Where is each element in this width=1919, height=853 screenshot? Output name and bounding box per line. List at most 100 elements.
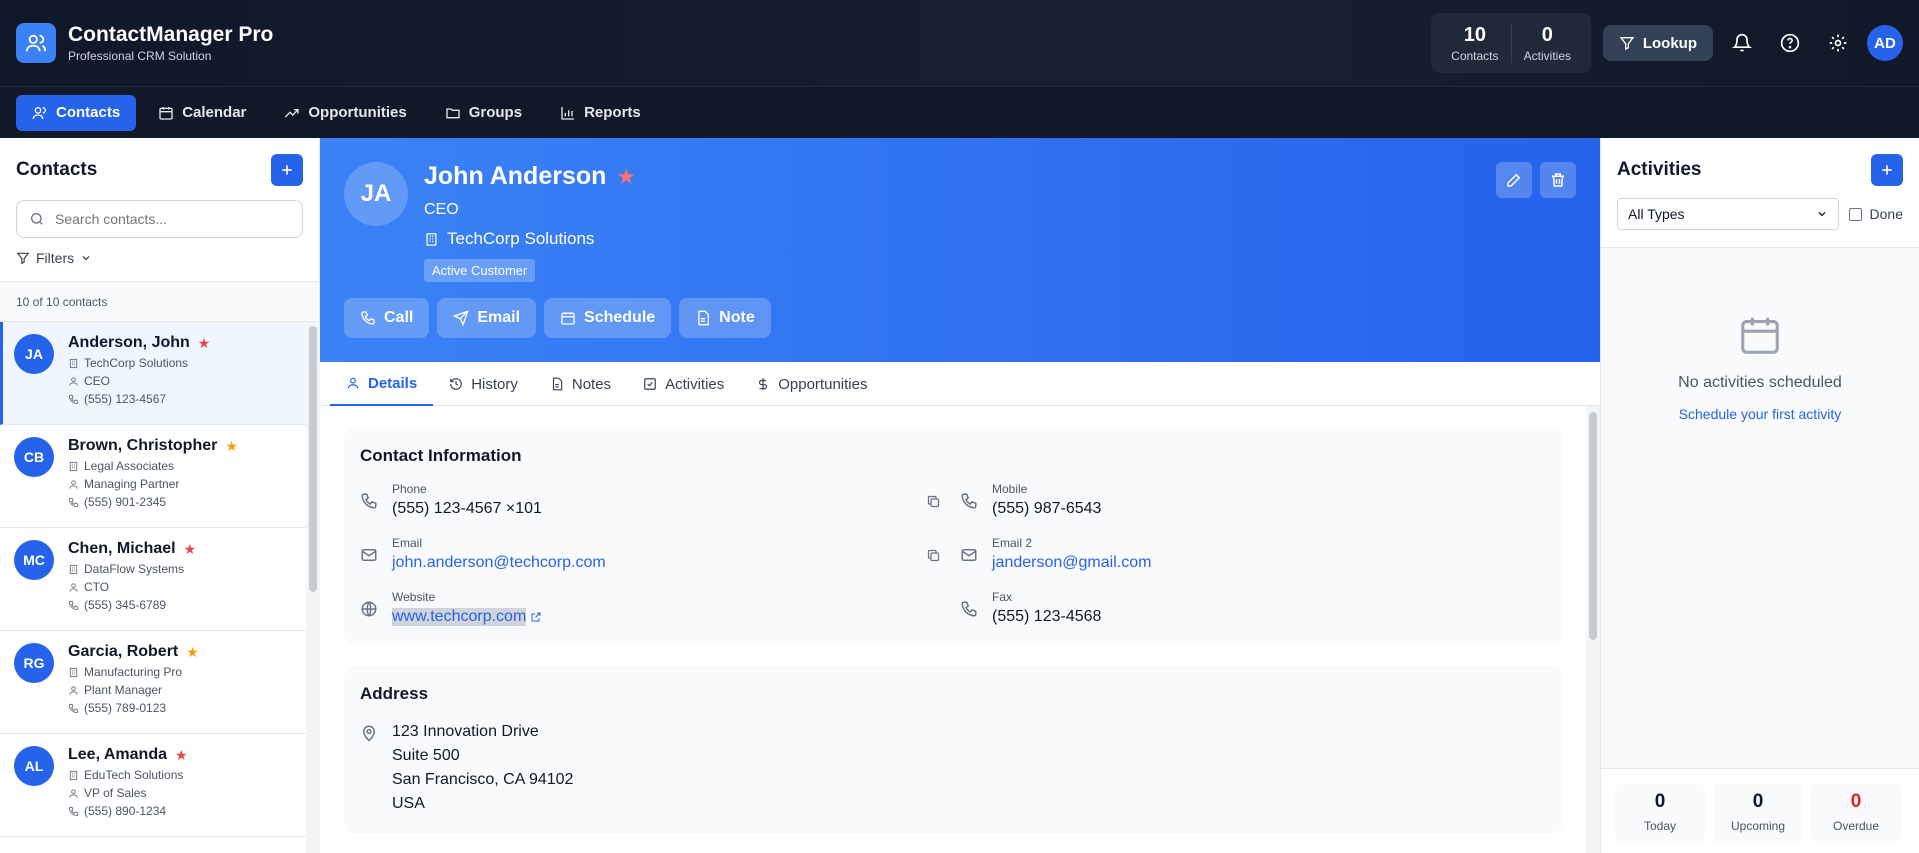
mail-icon bbox=[361, 549, 377, 561]
app-subtitle: Professional CRM Solution bbox=[68, 49, 212, 63]
tab-activities[interactable]: Activities bbox=[627, 362, 740, 406]
contact-phone: (555) 789-0123 bbox=[84, 701, 167, 715]
phone-icon bbox=[361, 493, 377, 509]
filters-toggle[interactable]: Filters bbox=[16, 250, 303, 266]
map-pin-icon bbox=[362, 725, 376, 742]
star-icon[interactable]: ★ bbox=[616, 164, 636, 190]
contacts-panel: Contacts Filters 10 of 10 contacts JA An… bbox=[0, 138, 320, 853]
user-icon bbox=[69, 479, 78, 489]
contact-item[interactable]: MC Chen, Michael ★ DataFlow Systems CTO (… bbox=[0, 528, 306, 631]
contact-item[interactable]: RG Garcia, Robert ★ Manufacturing Pro Pla… bbox=[0, 631, 306, 734]
tab-details[interactable]: Details bbox=[330, 362, 434, 406]
gear-icon bbox=[1829, 34, 1847, 52]
card-title: Contact Information bbox=[360, 446, 522, 465]
star-icon[interactable]: ★ bbox=[175, 747, 188, 764]
detail-company: TechCorp Solutions bbox=[447, 229, 595, 248]
note-icon bbox=[698, 310, 710, 326]
contact-item[interactable]: AL Lee, Amanda ★ EduTech Solutions VP of … bbox=[0, 734, 306, 837]
contact-company: Manufacturing Pro bbox=[84, 665, 183, 679]
done-checkbox[interactable]: Done bbox=[1848, 206, 1903, 222]
user-icon bbox=[69, 685, 78, 695]
user-icon bbox=[69, 788, 78, 798]
contact-name: Chen, Michael bbox=[68, 540, 176, 557]
checkbox[interactable] bbox=[1848, 207, 1862, 221]
nav-contacts[interactable]: Contacts bbox=[16, 94, 137, 131]
detail-tabs: Details History Notes Activities Opportu… bbox=[320, 362, 1600, 406]
chevron-down-icon bbox=[1818, 212, 1825, 217]
contact-role: VP of Sales bbox=[84, 786, 147, 800]
bell-icon bbox=[1732, 33, 1752, 52]
email-link[interactable]: john.anderson@techcorp.com bbox=[392, 554, 606, 572]
search-icon bbox=[31, 213, 43, 225]
schedule-button[interactable]: Schedule bbox=[544, 298, 672, 338]
nav-groups[interactable]: Groups bbox=[429, 95, 538, 131]
contact-hero: JA John Anderson ★ CEO TechCorp Solutions… bbox=[320, 138, 1600, 362]
tab-history[interactable]: History bbox=[433, 362, 534, 406]
contact-name: Brown, Christopher bbox=[68, 437, 218, 454]
email2-link[interactable]: janderson@gmail.com bbox=[992, 554, 1151, 572]
tab-notes[interactable]: Notes bbox=[534, 362, 627, 406]
add-activity-button[interactable] bbox=[1871, 154, 1903, 186]
empty-text: No activities scheduled bbox=[1678, 374, 1842, 391]
details-scrollbar[interactable] bbox=[1586, 406, 1600, 853]
contacts-scrollbar[interactable] bbox=[306, 322, 320, 853]
help-icon bbox=[1780, 33, 1800, 53]
user-icon bbox=[347, 377, 359, 389]
bar-chart-icon bbox=[561, 106, 575, 120]
nav-calendar[interactable]: Calendar bbox=[142, 95, 262, 131]
address-lines: 123 Innovation Drive Suite 500 San Franc… bbox=[392, 723, 574, 812]
phone-value: (555) 123-4567 ×101 bbox=[392, 500, 542, 517]
copy-icon bbox=[927, 549, 940, 562]
calendar-icon bbox=[561, 312, 575, 325]
phone-icon bbox=[68, 394, 79, 404]
star-icon[interactable]: ★ bbox=[198, 335, 211, 352]
lookup-button[interactable]: Lookup bbox=[1602, 25, 1713, 61]
add-contact-button[interactable] bbox=[271, 154, 303, 186]
star-icon[interactable]: ★ bbox=[225, 438, 238, 455]
website-link[interactable]: www.techcorp.com bbox=[392, 608, 527, 626]
star-icon[interactable]: ★ bbox=[184, 541, 197, 558]
status-badge: Active Customer bbox=[424, 259, 536, 282]
copy-email-button[interactable] bbox=[926, 548, 941, 566]
contact-phone: (555) 901-2345 bbox=[84, 495, 167, 509]
nav-opportunities[interactable]: Opportunities bbox=[268, 95, 422, 131]
contact-item[interactable]: JA Anderson, John ★ TechCorp Solutions CE… bbox=[0, 322, 306, 425]
star-icon[interactable]: ★ bbox=[186, 644, 199, 661]
summary-overdue: 0 Overdue bbox=[1811, 783, 1901, 843]
help-button[interactable] bbox=[1771, 24, 1809, 62]
nav-reports[interactable]: Reports bbox=[544, 95, 657, 131]
notifications-button[interactable] bbox=[1723, 24, 1761, 62]
detail-title: CEO bbox=[424, 201, 459, 218]
email-button[interactable]: Email bbox=[437, 298, 537, 338]
users-icon bbox=[25, 34, 47, 52]
calendar-icon bbox=[159, 106, 173, 120]
phone-icon bbox=[961, 601, 977, 617]
delete-contact-button[interactable] bbox=[1540, 162, 1576, 198]
document-icon bbox=[552, 377, 563, 391]
chevron-down-icon bbox=[82, 256, 90, 261]
schedule-first-activity-link[interactable]: Schedule your first activity bbox=[1679, 406, 1842, 422]
contact-item[interactable]: CB Brown, Christopher ★ Legal Associates … bbox=[0, 425, 306, 528]
trash-icon bbox=[1552, 173, 1564, 187]
scrollbar-thumb[interactable] bbox=[1589, 412, 1597, 640]
contact-phone: (555) 123-4567 bbox=[84, 392, 167, 406]
phone-icon bbox=[68, 703, 79, 713]
call-button[interactable]: Call bbox=[344, 298, 430, 338]
summary-today: 0 Today bbox=[1615, 783, 1705, 843]
tab-opportunities[interactable]: Opportunities bbox=[740, 362, 883, 406]
user-icon bbox=[69, 376, 78, 386]
detail-name: John Anderson bbox=[424, 162, 607, 190]
contact-company: TechCorp Solutions bbox=[84, 356, 189, 370]
edit-contact-button[interactable] bbox=[1496, 162, 1532, 198]
main-nav: Contacts Calendar Opportunities Groups R… bbox=[0, 86, 1919, 138]
copy-phone-button[interactable] bbox=[926, 494, 941, 512]
user-avatar[interactable]: AD bbox=[1867, 25, 1903, 61]
contact-name: Garcia, Robert bbox=[68, 643, 179, 660]
activity-type-select[interactable]: All Types bbox=[1617, 198, 1839, 230]
search-input[interactable] bbox=[55, 211, 285, 227]
scrollbar-thumb[interactable] bbox=[309, 326, 317, 592]
settings-button[interactable] bbox=[1819, 24, 1857, 62]
note-button[interactable]: Note bbox=[679, 298, 771, 338]
contact-list: JA Anderson, John ★ TechCorp Solutions CE… bbox=[0, 322, 306, 853]
contact-avatar: JA bbox=[14, 334, 54, 374]
